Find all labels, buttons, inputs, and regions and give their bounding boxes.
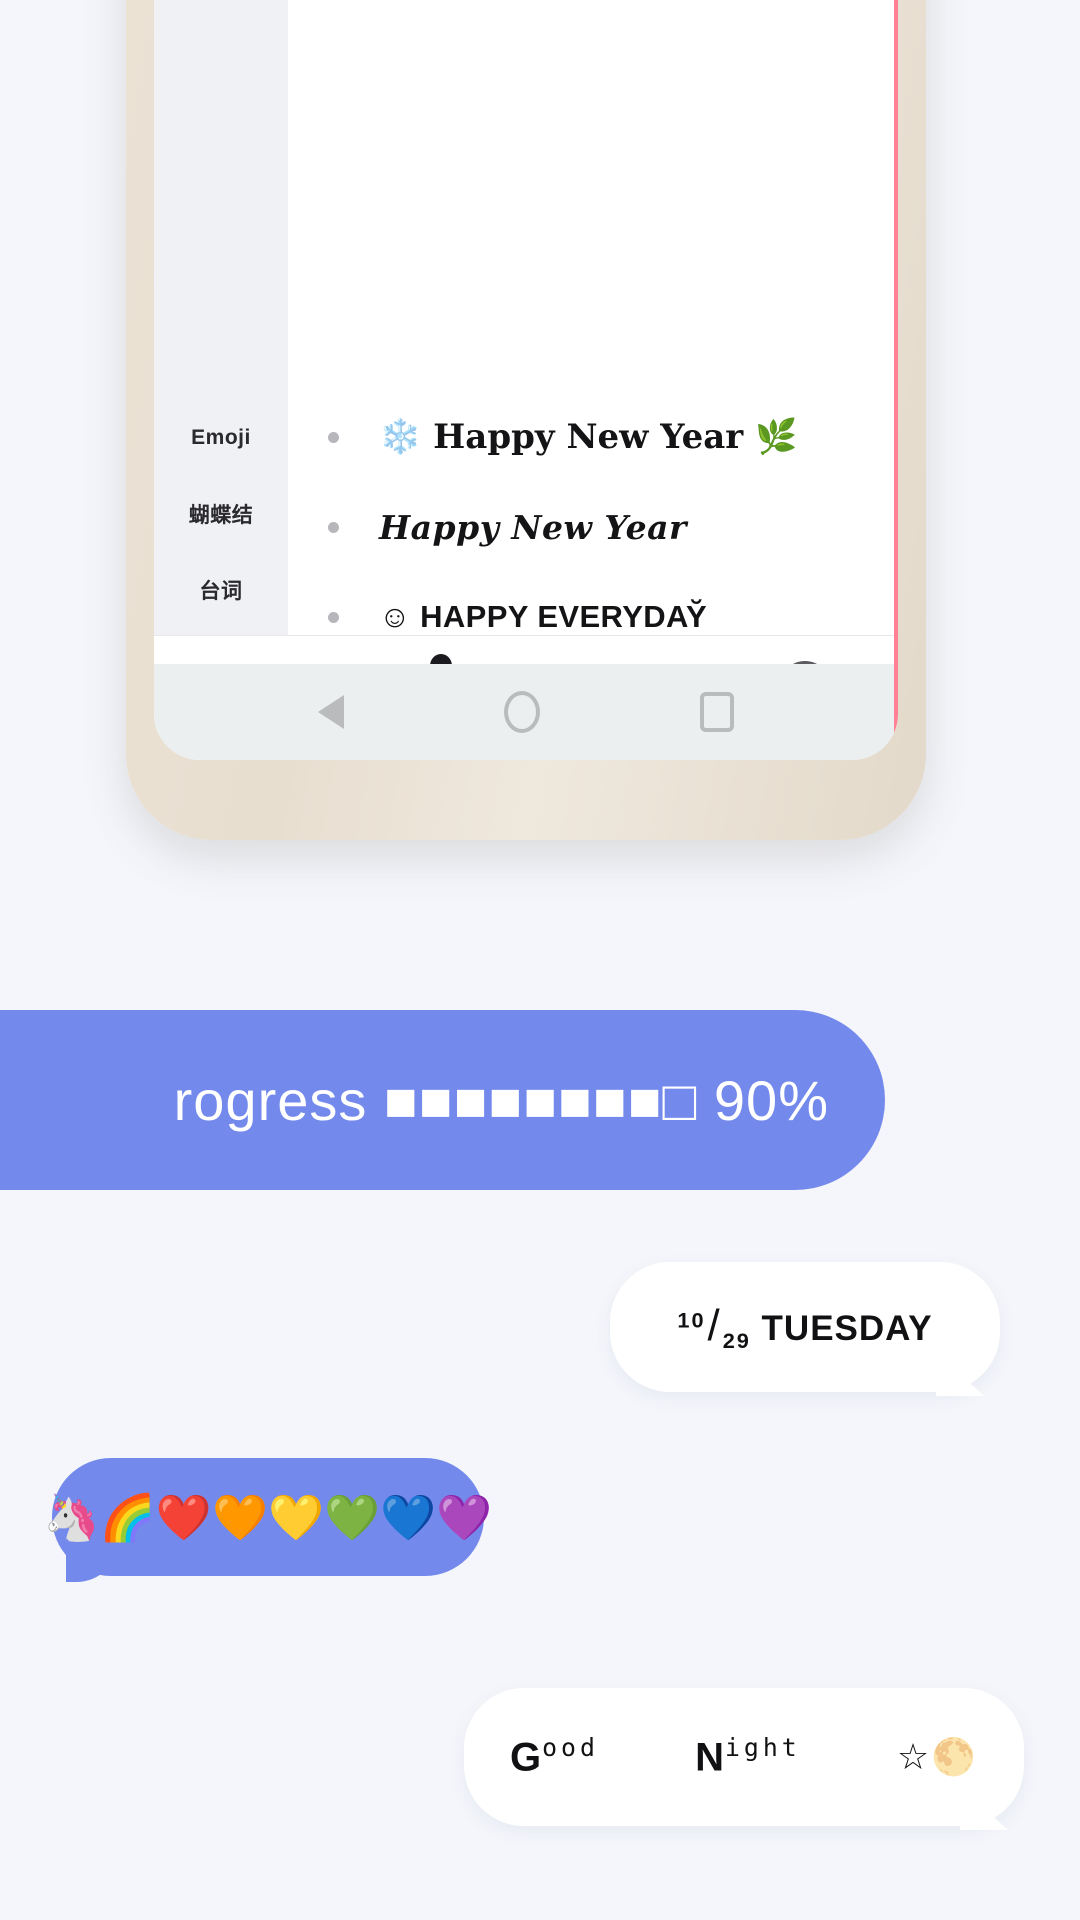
tab-bowknot[interactable]: 蝴蝶结 <box>154 476 288 552</box>
phrase-list[interactable]: ❄️ Happy New Year 🌿 Happy New Year ☺ HAP… <box>288 0 898 730</box>
date-month: 10 <box>677 1306 706 1332</box>
tab-lines[interactable]: 台词 <box>154 552 288 628</box>
date-weekday: TUESDAY <box>761 1308 933 1348</box>
date-text: 10/29 TUESDAY <box>677 1301 932 1354</box>
bubble-tail <box>936 1352 984 1396</box>
goodnight-g: G <box>510 1735 543 1780</box>
chat-bubble-goodnight[interactable]: Good Night ☆🌕 <box>464 1688 1024 1830</box>
phrase-panel: Emoji 蝴蝶结 台词 ❄️ Happy New Year 🌿 Happy N… <box>154 0 898 730</box>
tab-emoji-label: Emoji <box>191 426 251 449</box>
tab-rail-spacer <box>154 0 288 400</box>
chat-bubble-progress[interactable]: rogress ■■■■■■■■□ 90% <box>0 1010 885 1190</box>
goodnight-word-good: Good <box>510 1733 599 1780</box>
goodnight-ood: ood <box>542 1733 599 1763</box>
progress-text: rogress ■■■■■■■■□ 90% <box>173 1068 829 1132</box>
list-item[interactable]: ❄️ Happy New Year 🌿 <box>322 392 872 482</box>
date-day: 29 <box>722 1327 751 1353</box>
list-item[interactable]: Happy New Year <box>322 482 872 572</box>
bubble-tail <box>960 1786 1008 1830</box>
goodnight-word-night: Night <box>695 1733 801 1780</box>
tab-emoji[interactable]: Emoji <box>154 400 288 476</box>
tab-bowknot-label: 蝴蝶结 <box>188 504 254 527</box>
chat-bubble-emoji[interactable]: 🦄🌈❤️🧡💛💚💙💜 <box>44 1458 492 1576</box>
recents-icon[interactable] <box>700 692 734 732</box>
bubble-tail <box>66 1538 112 1582</box>
bullet-icon <box>328 611 339 623</box>
chat-bubble-date[interactable]: 10/29 TUESDAY <box>610 1262 1000 1396</box>
emoji-row: 🦄🌈❤️🧡💛💚💙💜 <box>43 1491 493 1543</box>
category-tab-rail: Emoji 蝴蝶结 台词 <box>154 0 288 636</box>
phrase-text: ☺ HAPPY EVERYDAY̆ <box>379 599 708 634</box>
phrase-text: Happy New Year <box>379 507 687 547</box>
goodnight-ight: ight <box>724 1733 801 1763</box>
goodnight-n: N <box>695 1735 725 1780</box>
screen-edge-highlight <box>894 0 898 760</box>
phone-mockup: Emoji 蝴蝶结 台词 ❄️ Happy New Year 🌿 Happy N… <box>126 0 926 840</box>
back-icon[interactable] <box>318 695 344 729</box>
bullet-icon <box>328 431 339 443</box>
android-nav-bar <box>154 664 898 760</box>
date-separator: / <box>707 1300 721 1350</box>
bullet-icon <box>328 521 339 533</box>
home-icon[interactable] <box>504 691 540 733</box>
phrase-text: ❄️ Happy New Year 🌿 <box>379 417 798 457</box>
tab-lines-label: 台词 <box>199 580 243 603</box>
phone-screen: Emoji 蝴蝶结 台词 ❄️ Happy New Year 🌿 Happy N… <box>154 0 898 760</box>
star-moon-icon: ☆🌕 <box>896 1736 978 1777</box>
